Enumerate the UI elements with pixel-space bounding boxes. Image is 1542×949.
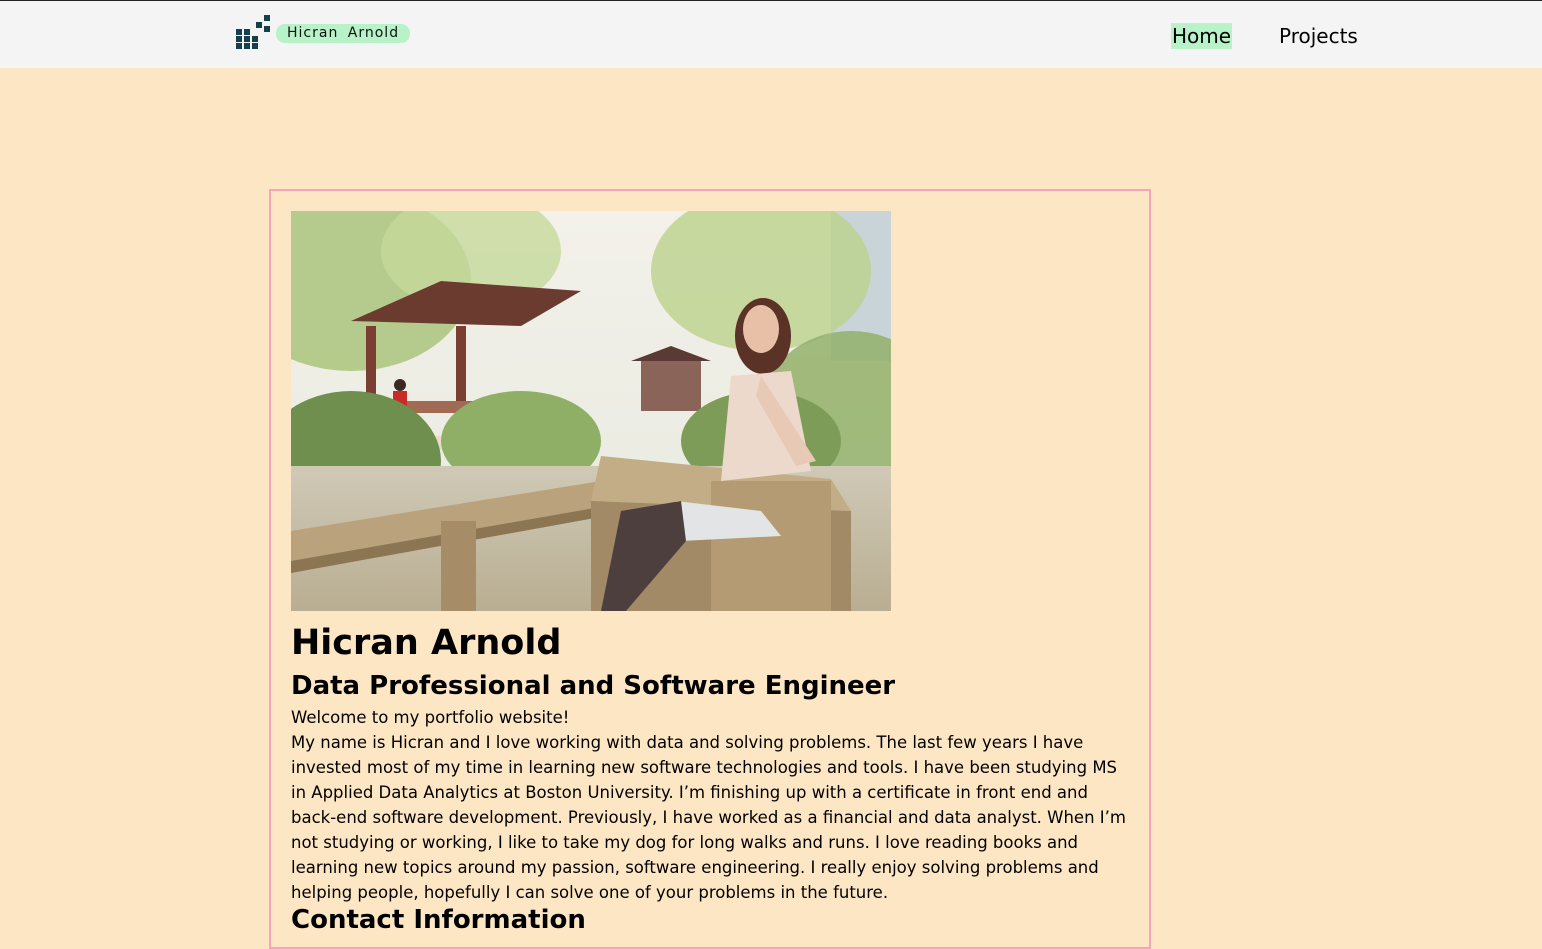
top-navbar: Hicran Arnold Home Projects [0,0,1542,68]
brand-name: Hicran Arnold [276,23,411,43]
nav-link-projects[interactable]: Projects [1279,23,1358,49]
bio-text: My name is Hicran and I love working wit… [291,733,1126,902]
profile-name: Hicran Arnold [291,623,562,663]
pixel-grid-logo-icon [236,14,272,50]
welcome-text: Welcome to my portfolio website! [291,708,570,727]
nav-link-home[interactable]: Home [1171,23,1233,49]
profile-photo [291,211,891,611]
profile-title: Data Professional and Software Engineer [291,671,896,701]
brand-logo[interactable]: Hicran Arnold [236,14,411,50]
contact-heading: Contact Information [291,905,586,935]
profile-intro: Welcome to my portfolio website! My name… [291,705,1131,905]
